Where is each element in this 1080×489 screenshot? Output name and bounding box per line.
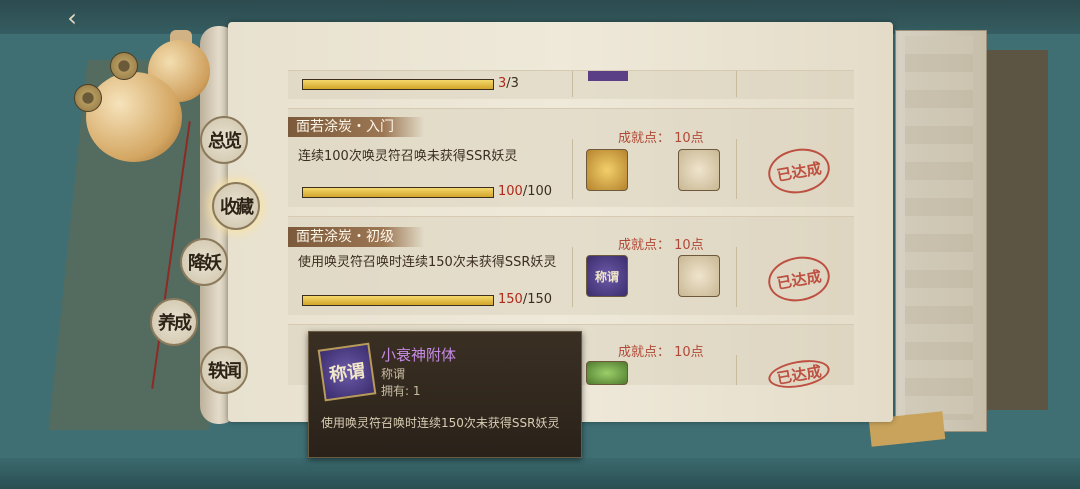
progress-text: 150/150 [498, 292, 552, 307]
reward-item-icon[interactable] [586, 149, 628, 191]
nav-overview[interactable]: 总览 [200, 116, 248, 164]
reward-scroll-icon[interactable] [678, 149, 720, 191]
nav-collection[interactable]: 收藏 [212, 182, 260, 230]
achievement-title: 面若涂炭・初级 [288, 227, 424, 247]
progress-total: /3 [506, 76, 519, 91]
progress-text: 3/3 [498, 76, 519, 91]
nav-label: 养成 [158, 313, 192, 334]
progress-current: 150 [498, 292, 523, 307]
achievement-points: 成就点： 10点 [618, 238, 704, 253]
nav-label: 降妖 [188, 253, 222, 274]
progress-current: 100 [498, 184, 523, 199]
nav-label: 总览 [208, 131, 242, 152]
progress-bar [302, 79, 494, 90]
tooltip-description: 使用唤灵符召唤时连续150次未获得SSR妖灵 [321, 416, 560, 430]
divider [736, 355, 737, 385]
divider [736, 247, 737, 307]
divider [572, 247, 573, 307]
nav-subdue[interactable]: 降妖 [180, 238, 228, 286]
reward-icon-partial [588, 71, 628, 81]
chevron-left-icon: ‹ [67, 4, 77, 32]
back-button[interactable]: ‹ [52, 4, 92, 32]
achievement-row: 面若涂炭・初级 使用唤灵符召唤时连续150次未获得SSR妖灵 150/150 成… [288, 216, 854, 315]
progress-total: /100 [522, 184, 553, 199]
gourd-body [86, 72, 182, 162]
reward-book-icon[interactable] [678, 255, 720, 297]
progress-total: /150 [522, 292, 553, 307]
reward-title-icon[interactable]: 称谓 [586, 255, 628, 297]
coin-icon [110, 52, 138, 80]
coin-icon [74, 84, 102, 112]
divider [572, 139, 573, 199]
nav-anecdote[interactable]: 轶闻 [200, 346, 248, 394]
tooltip-item-type: 称谓 [381, 367, 406, 381]
divider [736, 139, 737, 199]
title-badge-icon: 称谓 [317, 342, 377, 402]
divider [736, 71, 737, 97]
tooltip-item-name: 小衰神附体 [381, 346, 457, 364]
divider [572, 71, 573, 97]
achievement-points: 成就点： 10点 [618, 345, 704, 360]
nav-cultivate[interactable]: 养成 [150, 298, 198, 346]
achievement-desc: 连续100次唤灵符召唤未获得SSR妖灵 [298, 149, 518, 164]
achievement-row: 面若涂炭・入门 连续100次唤灵符召唤未获得SSR妖灵 100/100 成就点：… [288, 108, 854, 207]
reward-tooltip: 称谓 小衰神附体 称谓 拥有: 1 使用唤灵符召唤时连续150次未获得SSR妖灵 [308, 331, 582, 458]
right-paper-pattern [905, 36, 973, 420]
progress-bar [302, 187, 494, 198]
achievement-title: 面若涂炭・入门 [288, 117, 424, 137]
tooltip-owned-count: 拥有: 1 [381, 384, 421, 398]
progress-fill [303, 188, 493, 197]
reward-item-icon[interactable] [586, 361, 628, 385]
nav-label: 收藏 [220, 197, 254, 218]
bottom-bar [0, 458, 1080, 489]
reward-icon-label: 称谓 [594, 269, 619, 284]
achievement-points: 成就点： 10点 [618, 131, 704, 146]
progress-fill [303, 296, 493, 305]
badge-label: 称谓 [327, 360, 367, 387]
completed-stamp: 已达成 [764, 143, 834, 199]
progress-bar [302, 295, 494, 306]
progress-text: 100/100 [498, 184, 552, 199]
achievement-desc: 使用唤灵符召唤时连续150次未获得SSR妖灵 [298, 255, 557, 270]
nav-label: 轶闻 [208, 361, 242, 382]
completed-stamp: 已达成 [764, 251, 834, 307]
achievement-row: 3/3 [288, 70, 854, 99]
progress-fill [303, 80, 493, 89]
